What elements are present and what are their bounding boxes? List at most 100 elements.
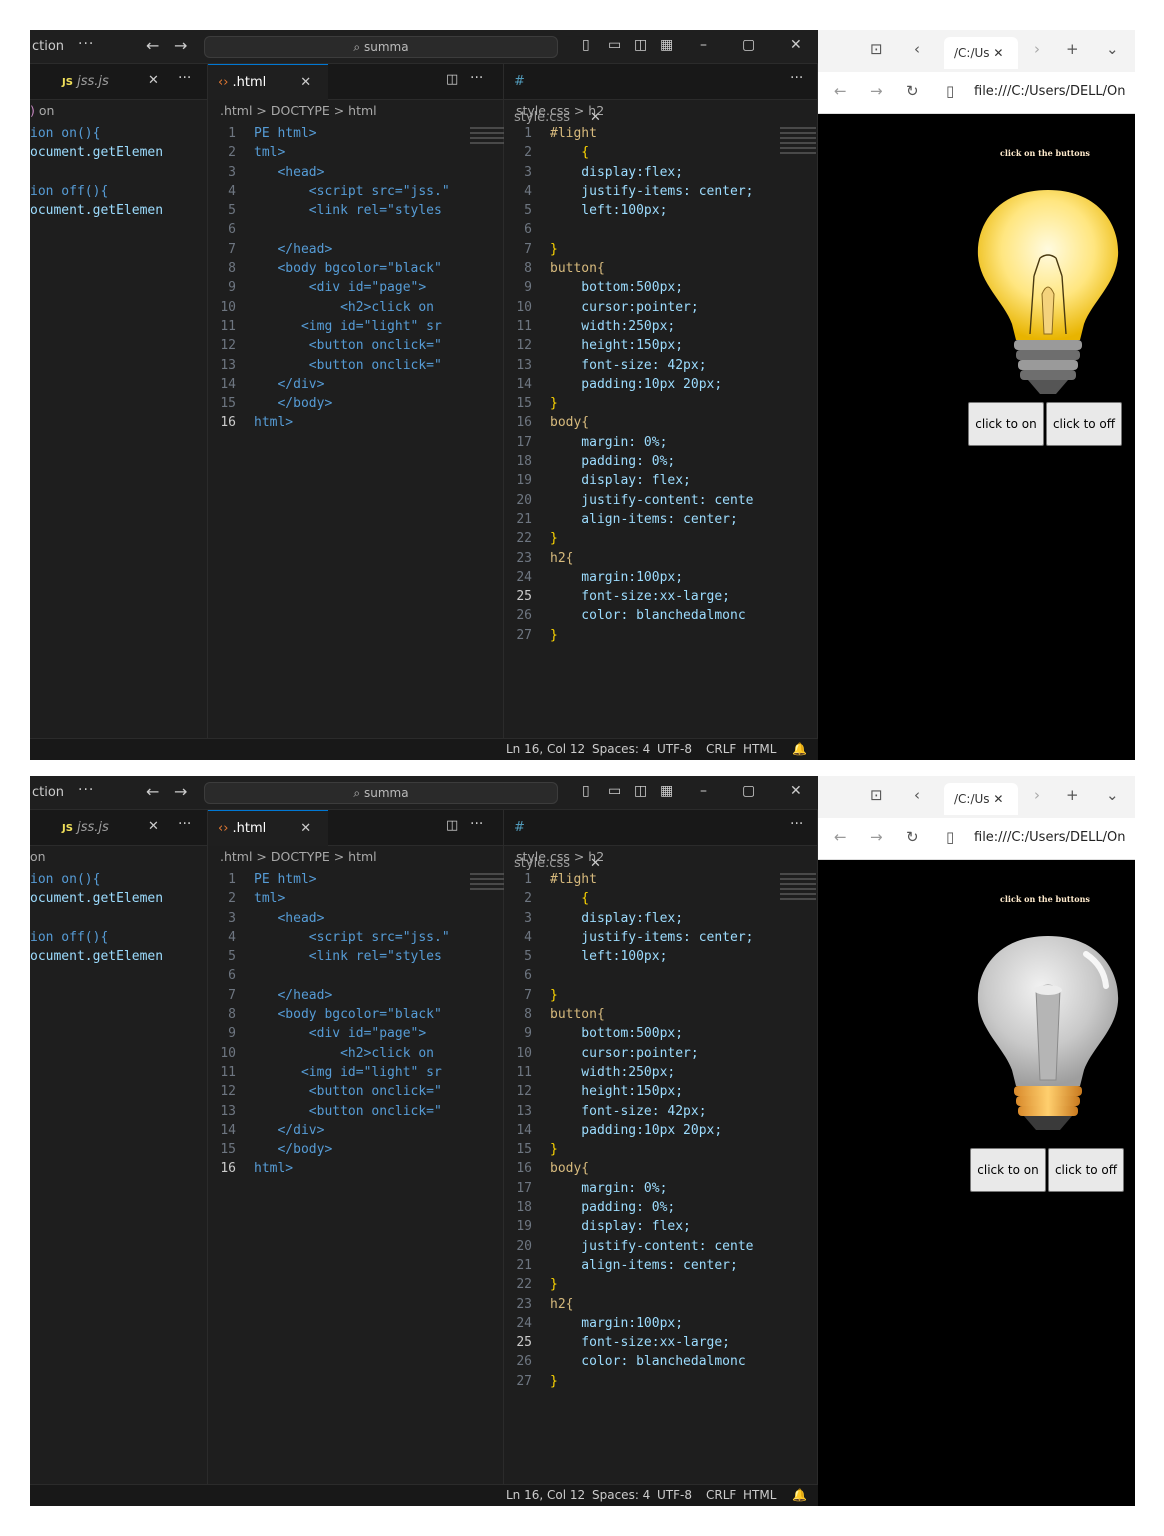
close-window-icon[interactable]: ✕ <box>790 37 802 53</box>
layout-split-icon[interactable]: ◫ <box>634 783 647 799</box>
minimize-icon[interactable]: – <box>700 783 707 799</box>
language-mode[interactable]: HTML <box>743 1485 776 1506</box>
click-to-on-button[interactable]: click to on <box>970 1148 1046 1192</box>
code-line: 10 cursor:pointer; <box>504 298 817 317</box>
new-tab-icon[interactable]: + <box>1066 40 1079 58</box>
tab-scroll-right-icon[interactable]: › <box>1034 40 1040 58</box>
code-text: margin: 0%; <box>550 1180 668 1196</box>
address-bar[interactable]: file:///C:/Users/DELL/On <box>974 830 1126 845</box>
cursor-position[interactable]: Ln 16, Col 12 <box>506 1485 585 1506</box>
close-tab-icon[interactable]: ✕ <box>300 75 311 90</box>
browser-tab[interactable]: /C:/Us ✕ <box>944 783 1018 815</box>
more-actions-icon[interactable]: ··· <box>470 816 483 832</box>
bulb-on-image <box>977 190 1119 394</box>
click-to-off-button[interactable]: click to off <box>1048 1148 1124 1192</box>
code-line: 11 width:250px; <box>504 317 817 336</box>
tab-actions-icon[interactable]: ⊡ <box>870 786 883 804</box>
layout-sidebar-icon[interactable]: ▯ <box>582 37 590 53</box>
more-actions-icon[interactable]: ··· <box>790 816 803 832</box>
customize-layout-icon[interactable]: ▦ <box>660 37 673 53</box>
back-arrow-icon[interactable]: ← <box>146 36 159 55</box>
code-line: 20 justify-content: cente <box>504 491 817 510</box>
minimize-icon[interactable]: – <box>700 37 707 53</box>
code-text: PE html> <box>254 126 317 141</box>
layout-panel-icon[interactable]: ▭ <box>608 37 621 53</box>
minimap[interactable] <box>780 124 816 184</box>
more-actions-icon[interactable]: ··· <box>178 816 191 832</box>
line-ending[interactable]: CRLF <box>706 1485 736 1506</box>
tab-style-css[interactable]: # style.css ✕ <box>504 810 614 871</box>
layout-split-icon[interactable]: ◫ <box>634 37 647 53</box>
menu-more-icon[interactable]: ··· <box>78 36 94 52</box>
layout-sidebar-icon[interactable]: ▯ <box>582 783 590 799</box>
back-arrow-icon[interactable]: ← <box>146 782 159 801</box>
close-tab-icon[interactable]: ✕ <box>148 819 159 834</box>
forward-arrow-icon[interactable]: → <box>174 36 187 55</box>
minimap[interactable] <box>470 870 506 930</box>
indentation[interactable]: Spaces: 4 <box>592 1485 650 1506</box>
more-actions-icon[interactable]: ··· <box>178 70 191 86</box>
more-actions-icon[interactable]: ··· <box>470 70 483 86</box>
command-search-input[interactable]: ⌕ summa <box>204 36 558 58</box>
line-number: 7 <box>228 241 236 257</box>
browser-forward-icon[interactable]: → <box>870 828 883 846</box>
code-text: margin: 0%; <box>550 434 668 450</box>
new-tab-icon[interactable]: + <box>1066 786 1079 804</box>
close-tab-icon[interactable]: ✕ <box>300 821 311 836</box>
split-editor-icon[interactable]: ◫ <box>446 818 458 833</box>
tab-list-icon[interactable]: ⌄ <box>1106 40 1119 58</box>
line-number: 20 <box>516 492 532 508</box>
tab-scroll-right-icon[interactable]: › <box>1034 786 1040 804</box>
browser-back-icon[interactable]: ← <box>834 828 847 846</box>
encoding[interactable]: UTF-8 <box>657 739 692 760</box>
browser-tab[interactable]: /C:/Us ✕ <box>944 37 1018 69</box>
maximize-icon[interactable]: ▢ <box>742 37 755 53</box>
line-number: 15 <box>220 1142 236 1158</box>
language-mode[interactable]: HTML <box>743 739 776 760</box>
browser-forward-icon[interactable]: → <box>870 82 883 100</box>
tab-actions-icon[interactable]: ⊡ <box>870 40 883 58</box>
tab-scroll-left-icon[interactable]: ‹ <box>914 40 920 58</box>
bell-icon[interactable]: 🔔 <box>792 739 807 760</box>
split-editor-icon[interactable]: ◫ <box>446 72 458 87</box>
indentation[interactable]: Spaces: 4 <box>592 739 650 760</box>
tab-list-icon[interactable]: ⌄ <box>1106 786 1119 804</box>
line-ending[interactable]: CRLF <box>706 739 736 760</box>
menu-more-icon[interactable]: ··· <box>78 782 94 798</box>
maximize-icon[interactable]: ▢ <box>742 783 755 799</box>
close-tab-icon[interactable]: ✕ <box>148 73 159 88</box>
code-line: 15} <box>504 394 817 413</box>
line-number: 3 <box>228 164 236 180</box>
code-line: 5 left:100px; <box>504 947 817 966</box>
minimap[interactable] <box>780 870 816 930</box>
close-window-icon[interactable]: ✕ <box>790 783 802 799</box>
reload-icon[interactable]: ↻ <box>906 82 919 100</box>
reload-icon[interactable]: ↻ <box>906 828 919 846</box>
tab-html[interactable]: ‹› .html ✕ <box>208 810 328 846</box>
line-number: 5 <box>228 949 236 965</box>
line-number: 4 <box>524 183 532 199</box>
click-to-off-button[interactable]: click to off <box>1046 402 1122 446</box>
code-line: 7} <box>504 240 817 259</box>
customize-layout-icon[interactable]: ▦ <box>660 783 673 799</box>
js-editor-pane: JS jss.js ✕ ··· ) on ion on(){ ocument.g… <box>30 64 208 760</box>
tab-html[interactable]: ‹› .html ✕ <box>208 64 328 100</box>
tab-style-css[interactable]: # style.css ✕ <box>504 64 614 125</box>
bell-icon[interactable]: 🔔 <box>792 1485 807 1506</box>
code-text: padding: 0%; <box>550 454 676 470</box>
code-text: left:100px; <box>550 949 668 965</box>
code-text: justify-items: center; <box>550 929 754 945</box>
tab-scroll-left-icon[interactable]: ‹ <box>914 786 920 804</box>
js-code: ion on(){ ocument.getElemen ion off(){ o… <box>30 124 207 220</box>
code-line: 5 <link rel="styles <box>208 201 503 220</box>
more-actions-icon[interactable]: ··· <box>790 70 803 86</box>
encoding[interactable]: UTF-8 <box>657 1485 692 1506</box>
address-bar[interactable]: file:///C:/Users/DELL/On <box>974 84 1126 99</box>
cursor-position[interactable]: Ln 16, Col 12 <box>506 739 585 760</box>
forward-arrow-icon[interactable]: → <box>174 782 187 801</box>
browser-back-icon[interactable]: ← <box>834 82 847 100</box>
layout-panel-icon[interactable]: ▭ <box>608 783 621 799</box>
click-to-on-button[interactable]: click to on <box>968 402 1044 446</box>
command-search-input[interactable]: ⌕ summa <box>204 782 558 804</box>
minimap[interactable] <box>470 124 506 184</box>
